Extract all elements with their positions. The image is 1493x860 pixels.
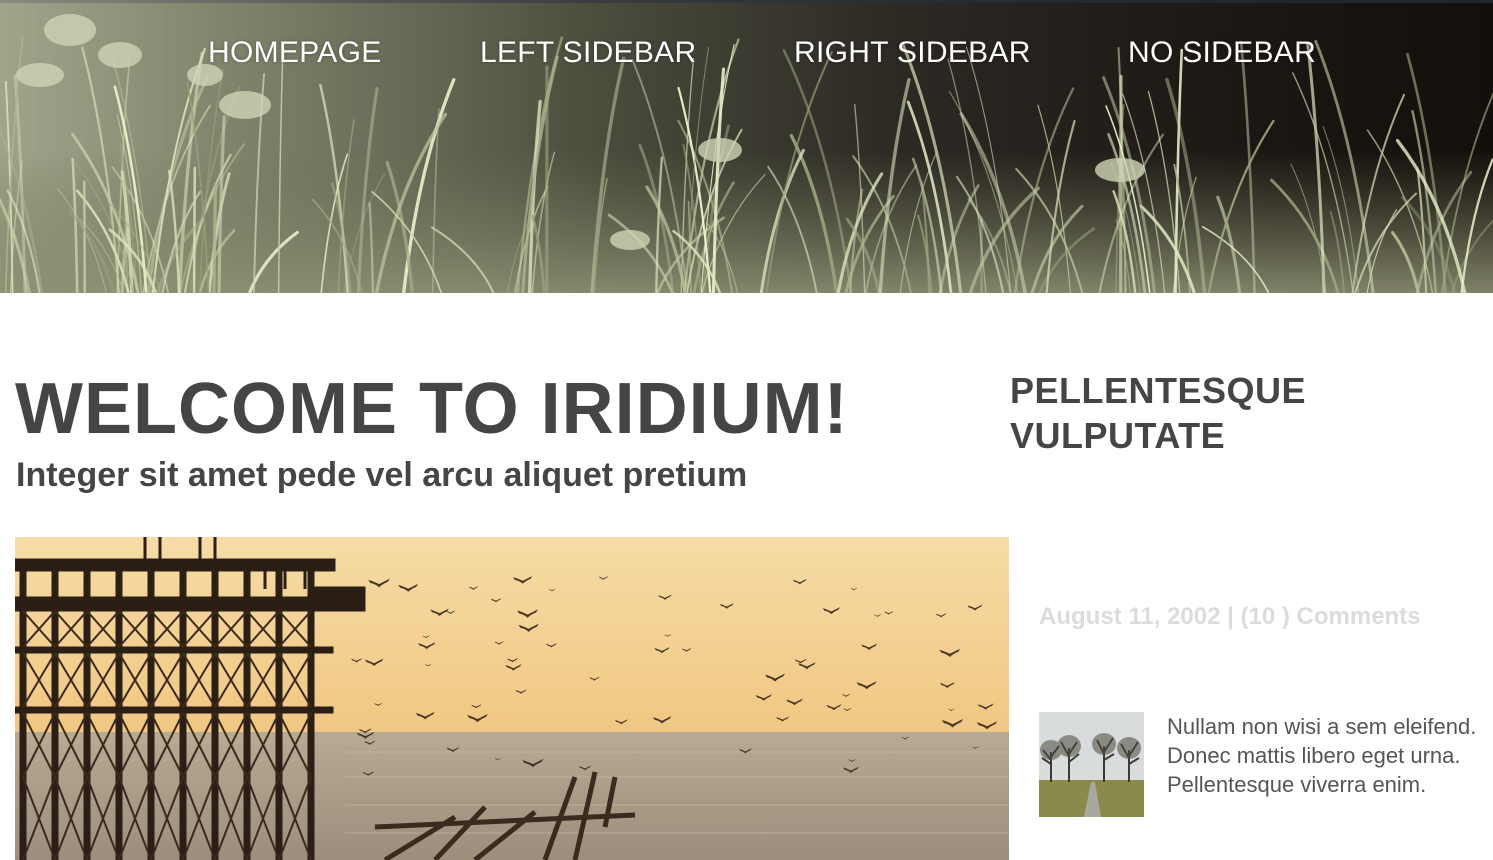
tree-path-thumbnail-image <box>1039 712 1144 817</box>
comments-label: Comments <box>1296 603 1421 630</box>
nav-left-sidebar[interactable]: LEFT SIDEBAR <box>480 36 696 70</box>
nav-no-sidebar[interactable]: NO SIDEBAR <box>1128 36 1316 70</box>
header-banner: HOMEPAGE LEFT SIDEBAR RIGHT SIDEBAR NO S… <box>0 0 1493 293</box>
main-nav: HOMEPAGE LEFT SIDEBAR RIGHT SIDEBAR NO S… <box>0 0 1493 100</box>
nav-right-sidebar[interactable]: RIGHT SIDEBAR <box>794 36 1031 70</box>
nav-homepage[interactable]: HOMEPAGE <box>208 36 382 70</box>
post-meta: August 11, 2002 | (10 ) Comments <box>1039 603 1421 631</box>
pier-seagulls-image <box>15 537 1009 860</box>
page: HOMEPAGE LEFT SIDEBAR RIGHT SIDEBAR NO S… <box>0 0 1493 860</box>
feature-image <box>15 537 1009 860</box>
page-title: WELCOME TO IRIDIUM! <box>15 369 849 449</box>
meta-separator: | <box>1227 603 1234 630</box>
post-excerpt: Nullam non wisi a sem eleifend. Donec ma… <box>1167 714 1477 797</box>
page-subtitle: Integer sit amet pede vel arcu aliquet p… <box>16 456 748 494</box>
comments-link[interactable]: (10 ) Comments <box>1240 603 1420 630</box>
sidebar-heading: PELLENTESQUE VULPUTATE <box>1010 370 1307 456</box>
post-date: August 11, 2002 <box>1039 603 1221 630</box>
post-thumbnail[interactable] <box>1039 712 1144 817</box>
comments-count: (10 ) <box>1240 603 1290 630</box>
